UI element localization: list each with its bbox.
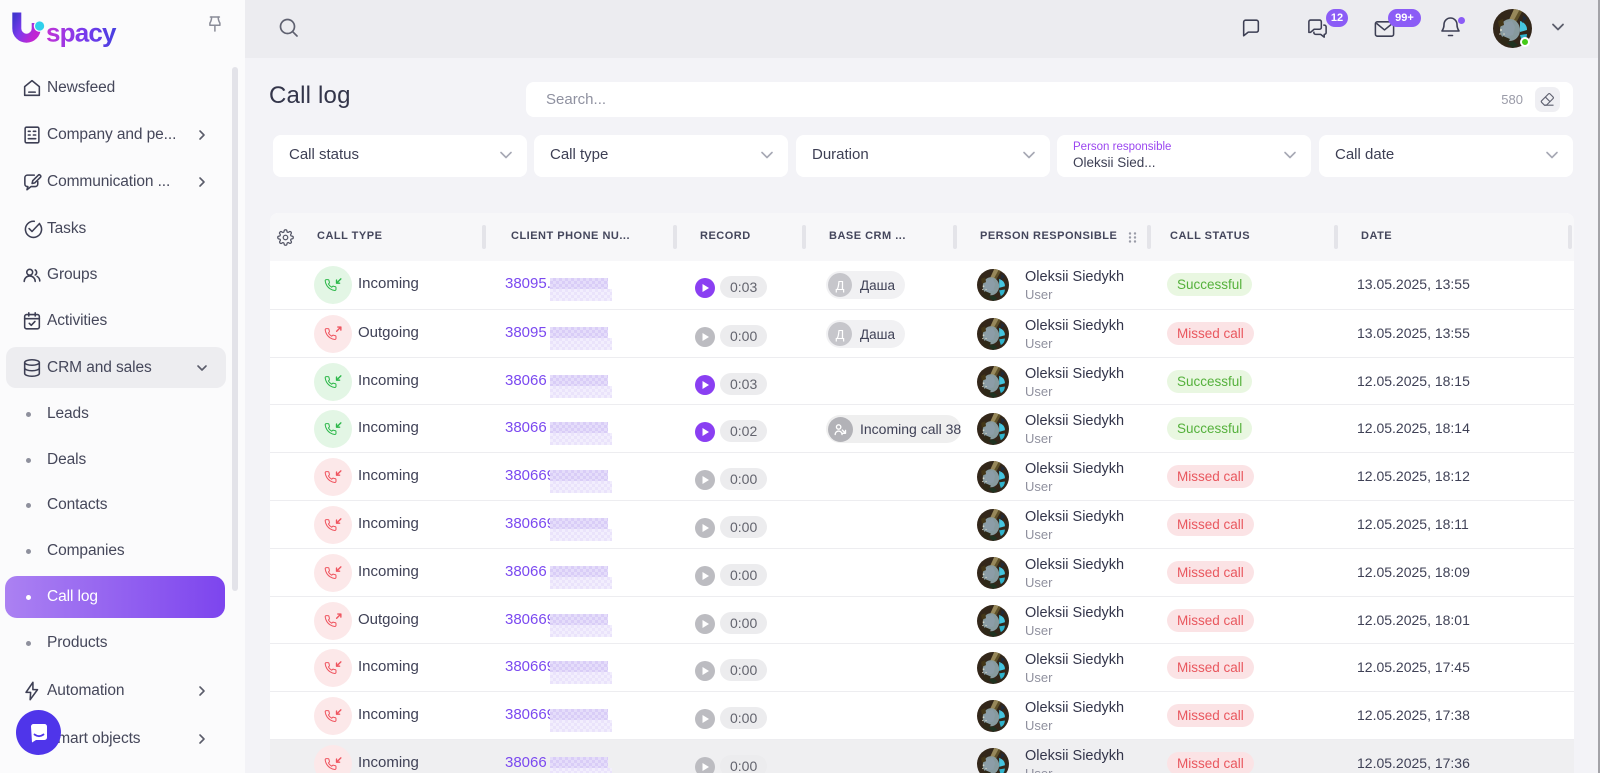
svg-text:spacy: spacy [46, 18, 117, 48]
